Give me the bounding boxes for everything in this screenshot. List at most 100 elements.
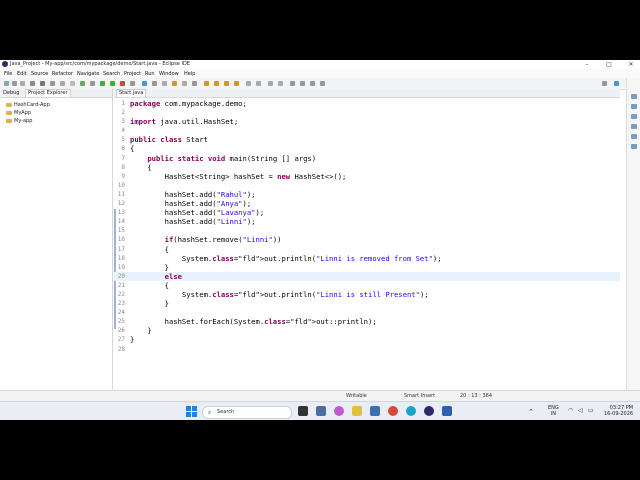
code-line[interactable]: 14 hashSet.add("Linni"); [114,217,620,226]
edge-icon[interactable] [406,406,416,416]
code-line[interactable]: 9 HashSet<String> hashSet = new HashSet<… [114,172,620,181]
declaration-icon[interactable] [631,144,637,149]
tree-item-hashcard-app[interactable]: HashCard-App [0,101,50,109]
wifi-icon[interactable]: ◠ [568,408,573,414]
open-type-icon[interactable] [152,81,157,86]
perspective-icon[interactable] [614,81,619,86]
tray-chevron-icon[interactable]: ⌃ [528,409,534,416]
task-view-icon[interactable] [298,406,308,416]
code-line[interactable]: 24 [114,308,620,317]
code-line[interactable]: 15 [114,226,620,235]
code-line[interactable]: 2 [114,108,620,117]
menu-search[interactable]: Search [103,71,120,77]
file-explorer-icon[interactable] [352,406,362,416]
windows-start-icon[interactable] [186,406,197,417]
skip-breakpoints-icon[interactable] [50,81,55,86]
maximize-button[interactable]: □ [600,60,618,69]
code-line[interactable]: 12 hashSet.add("Anya"); [114,199,620,208]
menu-run[interactable]: Run [145,71,155,77]
minimize-button[interactable]: – [578,60,596,69]
outline-icon[interactable] [631,94,637,99]
code-line[interactable]: 23 } [114,299,620,308]
folder-icon[interactable] [214,81,219,86]
dropdown-icon[interactable] [90,81,95,86]
code-line[interactable]: 13 hashSet.add("Lavanya"); [114,208,620,217]
terminal-icon[interactable] [40,81,45,86]
menu-navigate[interactable]: Navigate [77,71,99,77]
code-line[interactable]: 5 public class Start [114,135,620,144]
debug-icon[interactable] [80,81,85,86]
code-line[interactable]: 1 package com.mypackage.demo; [114,99,620,108]
menu-edit[interactable]: Edit [17,71,27,77]
javadoc-icon[interactable] [631,134,637,139]
code-line[interactable]: 19 } [114,263,620,272]
code-line[interactable]: 21 { [114,281,620,290]
clock[interactable]: 03:27 PM 16-09-2026 [604,405,633,417]
problems-icon[interactable] [631,114,637,119]
menu-window[interactable]: Window [159,71,179,77]
back-icon[interactable] [290,81,295,86]
menu-file[interactable]: File [4,71,12,77]
toggle-icon[interactable] [60,81,65,86]
search-icon[interactable] [172,81,177,86]
word-wrap-icon[interactable] [246,81,251,86]
console-icon[interactable] [631,124,637,129]
new-class-icon[interactable] [142,81,147,86]
code-editor[interactable]: Start.java 1 package com.mypackage.demo; 2… [114,89,620,420]
code-line[interactable]: 4 [114,126,620,135]
menu-project[interactable]: Project [124,71,141,77]
widgets-icon[interactable] [316,406,326,416]
menu-source[interactable]: Source [31,71,48,77]
show-whitespace-icon[interactable] [256,81,261,86]
code-line[interactable]: 6{ [114,144,620,153]
run-icon[interactable] [120,81,125,86]
tree-item-my-app[interactable]: My-app [0,117,50,125]
code-line[interactable]: 11 hashSet.add("Rahul"); [114,190,620,199]
code-line[interactable]: 18 System.class="fld">out.println("Linni… [114,254,620,263]
code-line[interactable]: 8 { [114,163,620,172]
store-icon[interactable] [370,406,380,416]
open-folder-icon[interactable] [204,81,209,86]
code-line[interactable]: 3 import java.util.HashSet; [114,117,620,126]
word-icon[interactable] [442,406,452,416]
new-icon[interactable] [4,81,9,86]
taskbar-search[interactable]: ⌕ Search [202,406,292,419]
mark-occurrences-icon[interactable] [224,81,229,86]
next-annotation-icon[interactable] [182,81,187,86]
coverage-icon[interactable] [110,81,115,86]
nav-dropdown-icon[interactable] [320,81,325,86]
code-line[interactable]: 25 hashSet.forEach(System.class="fld">ou… [114,317,620,326]
code-line[interactable]: 17 { [114,245,620,254]
code-line[interactable]: 16 if(hashSet.remove("Linni")) [114,235,620,244]
block-select-icon[interactable] [268,81,273,86]
tab-start-java[interactable]: Start.java [116,89,147,97]
new-package-icon[interactable] [100,81,105,86]
new-server-icon[interactable] [130,81,135,86]
tab-project-explorer[interactable]: Project Explorer [25,89,71,97]
code-line[interactable]: 22 System.class="fld">out.println("Linni… [114,290,620,299]
forward-icon[interactable] [300,81,305,86]
open-task-icon[interactable] [162,81,167,86]
battery-icon[interactable]: ▭ [588,408,594,414]
chrome-icon[interactable] [388,406,398,416]
last-edit-icon[interactable] [310,81,315,86]
pin-icon[interactable] [278,81,283,86]
code-line[interactable]: 10 [114,181,620,190]
tab-debug[interactable]: Debug [1,90,21,96]
code-line[interactable]: 7 public static void main(String [] args… [114,154,620,163]
language-indicator[interactable]: ENG IN [548,405,559,417]
highlight-icon[interactable] [234,81,239,86]
tree-item-myapp[interactable]: MyApp [0,109,50,117]
code-line[interactable]: 26 } [114,326,620,335]
task-list-icon[interactable] [631,104,637,109]
close-button[interactable]: ✕ [622,60,640,69]
eclipse-taskbar-icon[interactable] [424,406,434,416]
prev-annotation-icon[interactable] [192,81,197,86]
code-line[interactable]: 20 else [114,271,620,281]
find-icon[interactable] [602,81,607,86]
debug-config-icon[interactable] [70,81,75,86]
copilot-icon[interactable] [334,406,344,416]
save-icon[interactable] [12,81,17,86]
print-icon[interactable] [30,81,35,86]
code-area[interactable]: 1 package com.mypackage.demo; 2 3 import jav… [114,99,620,354]
